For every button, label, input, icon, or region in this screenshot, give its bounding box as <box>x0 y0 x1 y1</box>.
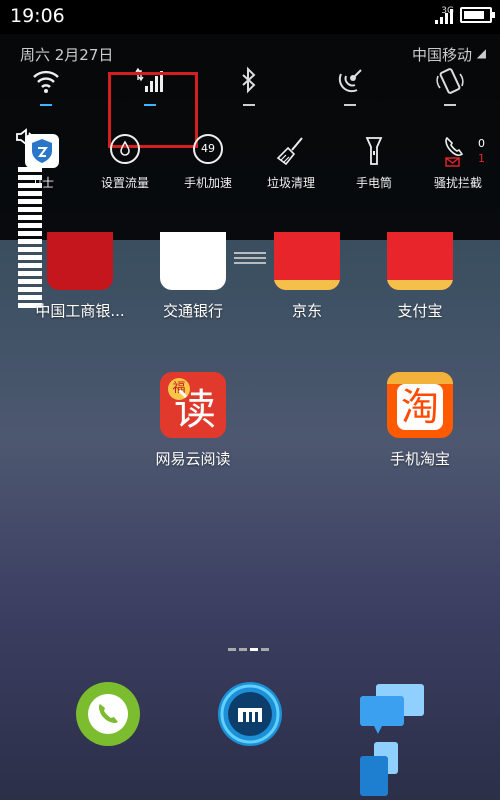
phone-block-icon: 0 1 <box>441 134 485 168</box>
shortcut-harass-block[interactable]: 0 1 骚扰拦截 <box>416 130 500 191</box>
shortcut-data-settings[interactable]: 设置流量 <box>83 130 167 191</box>
location-indicator <box>344 104 356 106</box>
page-indicator <box>228 648 272 652</box>
carrier-chevron-icon: ◢ <box>476 46 486 60</box>
shortcut-speedup[interactable]: 49 手机加速 <box>166 130 250 191</box>
shortcut-label: 骚扰拦截 <box>433 176 482 190</box>
toggle-auto-rotate[interactable] <box>420 62 480 122</box>
app-jd[interactable]: 京东 <box>252 232 362 321</box>
battery-icon <box>460 7 495 23</box>
quick-toggles <box>0 62 500 132</box>
status-bar: 19:06 3G <box>0 0 500 34</box>
speaker-icon <box>16 128 32 146</box>
flashlight-icon <box>357 134 391 168</box>
app-name: 中国工商银... <box>35 302 125 320</box>
shortcut-label: 垃圾清理 <box>266 176 315 190</box>
status-time: 19:06 <box>10 5 65 27</box>
dock-phone[interactable] <box>76 682 140 746</box>
app-bocom[interactable]: 交通银行 <box>138 232 248 321</box>
browser-icon <box>220 684 280 744</box>
app-alipay[interactable]: 支付宝 <box>365 232 475 321</box>
speedup-value: 49 <box>201 142 215 155</box>
bluetooth-icon <box>242 66 256 94</box>
signal-strength-icon <box>435 9 453 24</box>
sms-block-count: 1 <box>478 152 485 165</box>
wifi-icon <box>33 70 59 93</box>
shortcut-row: 卫士 设置流量 49 手机加速 垃圾清理 手电筒 0 1 骚扰拦截 <box>0 130 500 210</box>
call-block-count: 0 <box>478 137 485 150</box>
shortcut-flashlight[interactable]: 手电筒 <box>332 130 416 191</box>
taobao-icon: 淘 <box>387 372 453 438</box>
app-name: 京东 <box>291 302 322 320</box>
jd-icon <box>274 232 340 290</box>
message-icon <box>360 684 424 796</box>
toggle-wifi[interactable] <box>16 62 76 122</box>
taobao-glyph: 淘 <box>397 384 443 430</box>
wifi-indicator <box>40 104 52 106</box>
reader-glyph: 读 <box>174 385 217 434</box>
location-icon <box>338 69 362 93</box>
shortcut-label: 设置流量 <box>100 176 149 190</box>
app-name: 支付宝 <box>397 302 443 320</box>
app-name: 手机淘宝 <box>389 450 450 468</box>
toggle-location[interactable] <box>320 62 380 122</box>
toggle-bluetooth[interactable] <box>219 62 279 122</box>
icbc-icon <box>47 232 113 290</box>
shortcut-cleanup[interactable]: 垃圾清理 <box>249 130 333 191</box>
drop-icon <box>110 134 140 164</box>
alipay-icon <box>387 232 453 290</box>
app-netease-reader[interactable]: 福 读 网易云阅读 <box>138 372 248 469</box>
reader-icon: 福 读 <box>160 372 226 438</box>
phone-icon <box>88 694 128 734</box>
app-name: 交通银行 <box>162 302 223 320</box>
broom-icon <box>274 134 308 168</box>
dock-browser[interactable] <box>218 682 282 746</box>
dock-messages[interactable] <box>360 684 426 796</box>
speed-icon: 49 <box>193 134 223 164</box>
rotate-icon <box>436 68 464 94</box>
bluetooth-indicator <box>243 104 255 106</box>
bocom-icon <box>160 232 226 290</box>
app-icbc[interactable]: 中国工商银... <box>25 232 135 321</box>
shortcut-label: 手机加速 <box>183 176 232 190</box>
shortcut-label: 手电筒 <box>355 176 392 190</box>
auto-rotate-indicator <box>444 104 456 106</box>
app-taobao[interactable]: 淘 手机淘宝 <box>365 372 475 469</box>
app-name: 网易云阅读 <box>155 450 231 468</box>
